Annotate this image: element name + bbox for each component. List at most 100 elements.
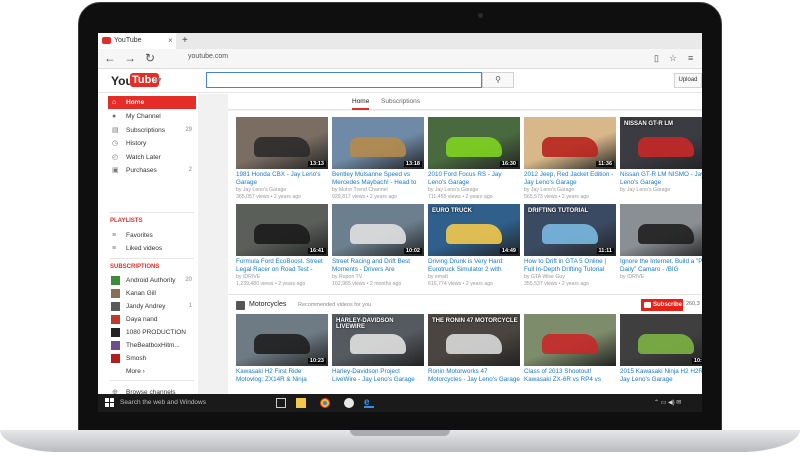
refresh-button[interactable]: ↻ [145,51,155,65]
video-thumbnail[interactable]: 10:23 [236,314,328,366]
video-title[interactable]: Street Racing and Drift Best Moments - D… [332,258,424,274]
video-channel[interactable]: by Jay Leno's Garage [524,187,574,193]
video-card[interactable]: 13:18 Bentley Mulsanne Speed vs Mercedes … [332,117,424,201]
sidebar-item-watch-later[interactable]: ◴ Watch Later [108,151,196,164]
tab-subscriptions[interactable]: Subscriptions [381,98,420,105]
file-explorer-icon[interactable] [296,398,306,408]
upload-age: 2 months ago [369,281,402,287]
video-thumbnail[interactable]: DRIFTING TUTORIAL 11:11 [524,204,616,256]
video-title[interactable]: 2012 Jeep, Red Jacket Edition - Jay Leno… [524,171,616,187]
video-title[interactable]: Driving Drunk is Very Hard: Eurotruck Si… [428,258,520,274]
video-card[interactable]: NISSAN GT-R LM Nissan GT-R LM NISMO - Jay… [620,117,702,201]
video-thumbnail[interactable]: THE RONIN 47 MOTORCYCLE [428,314,520,366]
back-button[interactable]: ← [104,51,116,65]
chrome-icon[interactable] [320,398,330,408]
video-card[interactable]: THE RONIN 47 MOTORCYCLE Ronin Motorworks … [428,314,520,386]
sidebar-item-kanan-gill[interactable]: Kanan Gill [108,287,196,300]
close-icon[interactable]: × [168,36,173,45]
windows-start-icon[interactable] [105,398,114,407]
sidebar-item-favorites[interactable]: ≡ Favorites [108,229,196,242]
video-title[interactable]: Ronin Motorworks 47 Motorcycles - Jay Le… [428,368,520,384]
video-thumbnail[interactable]: 13:13 [236,117,328,169]
sidebar-item-android-authority[interactable]: Android Authority 20 [108,274,196,287]
video-card[interactable]: HARLEY-DAVIDSON LIVEWIRE Harley-Davidson … [332,314,424,386]
video-channel[interactable]: by GTA Wise Guy [524,274,565,280]
sidebar-item-daya-nand[interactable]: Daya nand [108,313,196,326]
video-channel[interactable]: by ematt [428,274,448,280]
sidebar-item-jandy-andrey[interactable]: Jandy Andrey 1 [108,300,196,313]
video-card[interactable]: Class of 2013 Shootout! Kawasaki ZX-6R v… [524,314,616,386]
video-title[interactable]: Ignore the Internet. Build a "Pro Daily"… [620,258,702,274]
tab-home[interactable]: Home [352,98,370,110]
video-thumbnail[interactable] [524,314,616,366]
task-view-icon[interactable] [276,398,286,408]
sidebar-item-my-channel[interactable]: ● My Channel [108,110,196,123]
video-channel[interactable]: by /DRIVE [236,274,260,280]
video-thumbnail[interactable]: 10:02 [332,204,424,256]
video-thumbnail[interactable]: 16:30 [428,117,520,169]
video-thumbnail[interactable]: 16:41 [236,204,328,256]
address-bar[interactable]: youtube.com [188,53,228,60]
hub-icon[interactable]: ≡ [688,53,693,63]
new-tab-button[interactable]: + [182,35,188,46]
sidebar-item-subscriptions[interactable]: ▤ Subscriptions 29 [108,124,196,137]
sidebar-item-home[interactable]: ⌂ Home [108,96,196,109]
video-card[interactable]: 10:02 Street Racing and Drift Best Moment… [332,204,424,288]
video-card[interactable]: 11:36 2012 Jeep, Red Jacket Edition - Jay… [524,117,616,201]
video-title[interactable]: Nissan GT-R LM NISMO - Jay Leno's Garage [620,171,702,187]
sidebar-item-liked-videos[interactable]: ≡ Liked videos [108,242,196,255]
video-card[interactable]: EURO TRUCK 14:49 Driving Drunk is Very Har… [428,204,520,288]
video-title[interactable]: Harley-Davidson Project LiveWire - Jay L… [332,368,424,384]
guide-menu-button[interactable]: ≡▾ [153,75,162,84]
video-card[interactable]: DRIFTING TUTORIAL 11:11 How to Drift in GT… [524,204,616,288]
section-title[interactable]: Motorcycles [249,301,286,308]
sidebar-item-purchases[interactable]: ▣ Purchases 2 [108,164,196,177]
video-channel[interactable]: by Jay Leno's Garage [620,187,670,193]
channel-avatar [111,315,120,324]
reading-view-icon[interactable]: ▯ [654,53,659,64]
video-thumbnail[interactable]: HARLEY-DAVIDSON LIVEWIRE [332,314,424,366]
upload-button[interactable]: Upload [674,73,702,88]
video-channel[interactable]: by /DRIVE [620,274,644,280]
video-card[interactable]: 13:13 1981 Honda CBX - Jay Leno's Garage b… [236,117,328,201]
video-title[interactable]: Formula Ford EcoBoost. Street Legal Race… [236,258,328,274]
system-tray-icons[interactable]: ⌃ ▭ ◀) ✉ [654,399,681,406]
forward-button[interactable]: → [124,51,136,65]
video-title[interactable]: Class of 2013 Shootout! Kawasaki ZX-6R v… [524,368,616,384]
video-title[interactable]: Bentley Mulsanne Speed vs Mercedes Mayba… [332,171,424,187]
thumbnail-subject [446,334,502,354]
sidebar-more-link[interactable]: More › [108,365,196,378]
video-title[interactable]: How to Drift in GTA 5 Online | Full In-D… [524,258,616,274]
sidebar-item-thebeatboxhitm[interactable]: TheBeatboxHitm... [108,339,196,352]
subscribe-button[interactable]: Subscribe [641,299,683,311]
sidebar-item-smosh[interactable]: Smosh [108,352,196,365]
video-card[interactable]: 10:23 Kawasaki H2 First Ride Motovlog: ZX… [236,314,328,386]
video-title[interactable]: 1981 Honda CBX - Jay Leno's Garage [236,171,328,187]
video-card[interactable]: 16:41 Formula Ford EcoBoost. Street Legal… [236,204,328,288]
video-channel[interactable]: by Jay Leno's Garage [428,187,478,193]
video-channel[interactable]: by Motor Trend Channel [332,187,388,193]
search-input[interactable] [206,72,482,88]
video-thumbnail[interactable]: 11:36 [524,117,616,169]
video-thumbnail[interactable]: EURO TRUCK 14:49 [428,204,520,256]
video-thumbnail[interactable] [620,204,702,256]
video-channel[interactable]: by Jay Leno's Garage [236,187,286,193]
video-card[interactable]: 10:20 2015 Kawasaki Ninja H2 H2R - Jay Le… [620,314,702,386]
video-thumbnail[interactable]: 13:18 [332,117,424,169]
sidebar-item-history[interactable]: ◷ History [108,137,196,150]
search-button[interactable]: ⚲ [482,72,514,88]
sidebar-item-1080-production[interactable]: 1080 PRODUCTION [108,326,196,339]
video-title[interactable]: 2015 Kawasaki Ninja H2 H2R - Jay Leno's … [620,368,702,384]
app-icon[interactable] [344,398,354,408]
video-thumbnail[interactable]: 10:20 [620,314,702,366]
video-channel[interactable]: by Rupon TV [332,274,362,280]
video-title[interactable]: 2010 Ford Focus RS - Jay Leno's Garage [428,171,520,187]
favorite-star-icon[interactable]: ☆ [669,53,677,64]
video-thumbnail[interactable]: NISSAN GT-R LM [620,117,702,169]
taskbar-search[interactable]: Search the web and Windows [120,399,206,406]
video-title[interactable]: Kawasaki H2 First Ride Motovlog: ZX14R &… [236,368,328,384]
browser-tab[interactable]: YouTube × [98,33,176,49]
edge-browser-icon[interactable]: e [364,398,374,408]
video-card[interactable]: 16:30 2010 Ford Focus RS - Jay Leno's Gar… [428,117,520,201]
video-card[interactable]: Ignore the Internet. Build a "Pro Daily"… [620,204,702,288]
